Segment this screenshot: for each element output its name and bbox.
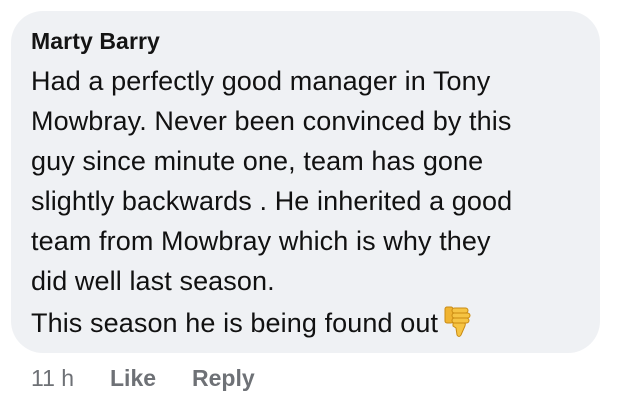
comment-text-line-2: Mowbray. Never been convinced by this: [31, 106, 512, 136]
comment-text-line-7-text: This season he is being found out: [31, 308, 439, 338]
thumbs-down-icon: [444, 306, 474, 345]
reply-button[interactable]: Reply: [192, 365, 255, 392]
like-button[interactable]: Like: [110, 365, 156, 392]
comment-text-line-6: did well last season.: [31, 266, 275, 296]
comment-author-name[interactable]: Marty Barry: [31, 28, 160, 55]
comment-timestamp[interactable]: 11 h: [31, 365, 74, 392]
comment-text-line-5: team from Mowbray which is why they: [31, 226, 491, 256]
comment-text-line-7: This season he is being found out: [31, 306, 474, 345]
comment-bubble: [11, 11, 600, 353]
comment-text-line-3: guy since minute one, team has gone: [31, 146, 484, 176]
comment-text-line-4: slightly backwards . He inherited a good: [31, 186, 513, 216]
comment-text-line-1: Had a perfectly good manager in Tony: [31, 66, 491, 96]
